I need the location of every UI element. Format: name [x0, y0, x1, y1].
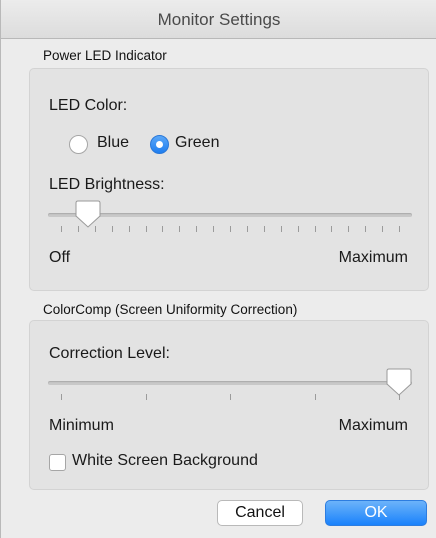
checkbox-icon[interactable]: [49, 454, 66, 471]
slider-tick: [146, 226, 147, 232]
cancel-button[interactable]: Cancel: [217, 500, 303, 526]
slider-tick: [315, 226, 316, 232]
led-color-option-green[interactable]: Green: [150, 134, 240, 156]
radio-selected-icon[interactable]: [150, 135, 169, 154]
led-brightness-max-label: Maximum: [338, 249, 408, 266]
colorcomp-group: Correction Level: Minimum Maximum White …: [29, 320, 429, 490]
slider-tick: [196, 226, 197, 232]
slider-tick: [179, 226, 180, 232]
correction-level-min-label: Minimum: [49, 417, 114, 434]
white-screen-background-label: White Screen Background: [72, 452, 258, 469]
slider-tick: [230, 394, 231, 400]
white-screen-background-option[interactable]: White Screen Background: [49, 452, 309, 474]
led-color-label: LED Color:: [49, 97, 128, 114]
slider-tick: [146, 394, 147, 400]
slider-tick: [61, 394, 62, 400]
slider-tick: [162, 226, 163, 232]
slider-tick: [348, 226, 349, 232]
slider-thumb-icon[interactable]: [75, 199, 101, 229]
led-brightness-slider[interactable]: [48, 199, 412, 239]
window-title: Monitor Settings: [157, 10, 281, 29]
led-color-option-label: Blue: [97, 134, 130, 151]
radio-unselected-icon[interactable]: [69, 135, 88, 154]
correction-level-slider[interactable]: [48, 367, 412, 407]
slider-tick: [382, 226, 383, 232]
slider-tick: [112, 226, 113, 232]
slider-tick: [365, 226, 366, 232]
monitor-settings-window: Monitor Settings Power LED Indicator LED…: [0, 0, 436, 538]
power-led-group: LED Color: Blue Green LED Brightness: Of…: [29, 68, 429, 291]
slider-tick: [298, 226, 299, 232]
led-brightness-min-label: Off: [49, 249, 71, 266]
slider-tick: [129, 226, 130, 232]
slider-tick: [230, 226, 231, 232]
power-led-section-title: Power LED Indicator: [43, 48, 167, 63]
slider-tick: [61, 226, 62, 232]
led-brightness-label: LED Brightness:: [49, 176, 165, 193]
title-bar[interactable]: Monitor Settings: [1, 0, 436, 39]
slider-tick: [281, 226, 282, 232]
correction-level-max-label: Maximum: [338, 417, 408, 434]
slider-tick: [264, 226, 265, 232]
slider-track[interactable]: [48, 213, 412, 217]
slider-tick: [315, 394, 316, 400]
slider-tick: [213, 226, 214, 232]
ok-button[interactable]: OK: [325, 500, 427, 526]
led-color-option-blue[interactable]: Blue: [69, 134, 139, 156]
led-color-option-label: Green: [175, 134, 220, 151]
correction-level-label: Correction Level:: [49, 345, 170, 362]
slider-tick: [247, 226, 248, 232]
slider-tick: [331, 226, 332, 232]
colorcomp-section-title: ColorComp (Screen Uniformity Correction): [43, 302, 298, 317]
slider-thumb-icon[interactable]: [386, 367, 412, 397]
slider-tick: [399, 226, 400, 232]
slider-track[interactable]: [48, 381, 412, 385]
